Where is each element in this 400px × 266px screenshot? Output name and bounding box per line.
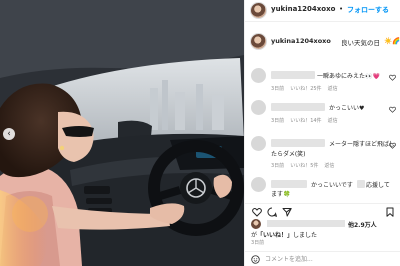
header-separator: • — [339, 5, 344, 13]
comment-time: 3日前 — [271, 163, 285, 169]
comment-reply-button[interactable]: 返信 — [324, 163, 334, 169]
comment-text-part2: 応援して — [366, 182, 390, 189]
comment-text-part1: かっこいいです — [311, 182, 353, 189]
comment-text-line2: ます🍀 — [271, 191, 291, 198]
car-interior-photo — [0, 0, 244, 266]
smile-icon[interactable] — [251, 255, 260, 264]
commenter-avatar[interactable] — [251, 100, 266, 115]
commenter-avatar[interactable] — [251, 136, 266, 151]
comment-icon[interactable] — [267, 207, 277, 217]
commenter-name-blurred — [271, 103, 325, 111]
comment-time: 3日前 — [271, 118, 285, 124]
comment-like-icon[interactable] — [389, 74, 396, 81]
comment-like-icon[interactable] — [389, 106, 396, 113]
follow-button[interactable]: フォローする — [347, 5, 389, 15]
comment-meta: 3日前 いいね！14件 返信 — [271, 117, 344, 124]
comment-item: 一瞬あゆにみえた👀💗 3日前 いいね！25件 返信 — [245, 68, 400, 94]
comment-likes[interactable]: いいね！25件 — [290, 86, 321, 92]
avatar[interactable] — [251, 3, 266, 18]
liker-name-blurred — [267, 220, 345, 227]
post-caption: yukina1204xoxo 良い天気の日 ☀️🌈 — [245, 34, 400, 54]
liker-avatar — [251, 219, 261, 229]
comment-item: かっこいい♥ 3日前 いいね！14件 返信 — [245, 100, 400, 126]
caption-emoji: ☀️🌈 — [384, 37, 400, 45]
comment-likes[interactable]: いいね！14件 — [290, 118, 321, 124]
caption-username[interactable]: yukina1204xoxo — [271, 37, 331, 45]
comment-text: 一瞬あゆにみえた👀💗 — [317, 73, 380, 80]
comment-likes[interactable]: いいね！5件 — [290, 163, 318, 169]
comment-blurred-word — [357, 180, 365, 188]
comment-like-icon[interactable] — [389, 142, 396, 149]
comment-meta: 3日前 いいね！5件 返信 — [271, 162, 340, 169]
comment-item: かっこいいです 応援して ます🍀 — [245, 177, 400, 201]
post-photo[interactable]: ‹ — [0, 0, 244, 266]
photo-prev-button[interactable]: ‹ — [3, 128, 15, 140]
comment-text-line2: たらダメ(笑) — [271, 151, 306, 158]
commenter-avatar[interactable] — [251, 177, 266, 192]
commenter-name-blurred — [271, 139, 325, 147]
caption-text: 良い天気の日 — [341, 39, 380, 47]
comment-input[interactable] — [265, 254, 365, 265]
add-comment-bar — [245, 251, 400, 266]
likes-summary: 他2.9万人 が「いいね！」しました — [245, 218, 400, 239]
likes-line: が「いいね！」しました — [251, 230, 317, 239]
comment-item: メーター隠すほど飛ばし たらダメ(笑) 3日前 いいね！5件 返信 — [245, 136, 400, 172]
heart-icon[interactable] — [252, 207, 262, 217]
comment-text: かっこいい♥ — [329, 105, 365, 112]
commenter-name-blurred — [271, 71, 315, 79]
share-icon[interactable] — [282, 207, 292, 217]
bookmark-icon[interactable] — [385, 207, 395, 217]
likes-line-bold: 「いいね！」 — [257, 232, 294, 239]
chevron-left-icon: ‹ — [7, 129, 11, 139]
instagram-post: ‹ yukina1204xoxo • フォローする yukina1204xoxo… — [0, 0, 400, 266]
comment-reply-button[interactable]: 返信 — [328, 118, 338, 124]
caption-avatar[interactable] — [251, 34, 266, 49]
post-username[interactable]: yukina1204xoxo — [271, 5, 335, 13]
likes-line-suffix: しました — [293, 232, 318, 239]
post-side-panel: yukina1204xoxo • フォローする yukina1204xoxo 良… — [244, 0, 400, 266]
comment-reply-button[interactable]: 返信 — [328, 86, 338, 92]
comment-text-line1: メーター隠すほど飛ばし — [329, 141, 396, 148]
post-timestamp[interactable]: 3日前 — [251, 239, 264, 246]
commenter-avatar[interactable] — [251, 68, 266, 83]
comment-meta: 3日前 いいね！25件 返信 — [271, 85, 344, 92]
post-action-bar — [245, 203, 400, 217]
commenter-name-blurred — [271, 180, 307, 188]
post-header: yukina1204xoxo • フォローする — [245, 0, 400, 22]
comment-time: 3日前 — [271, 86, 285, 92]
likes-count[interactable]: 他2.9万人 — [348, 220, 377, 229]
